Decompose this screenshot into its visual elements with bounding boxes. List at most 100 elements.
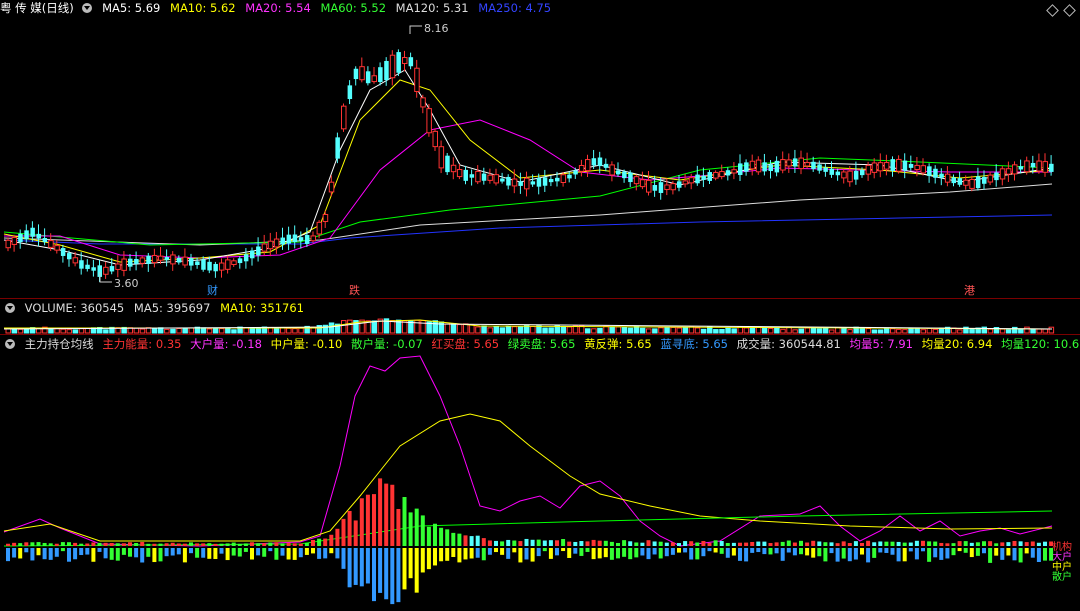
indicator-bar-up xyxy=(835,543,840,546)
indicator-bar-down xyxy=(317,548,322,559)
candle xyxy=(347,80,353,105)
indicator-bar-down xyxy=(219,548,224,554)
candle xyxy=(835,168,841,181)
indicator-bar-up xyxy=(542,540,547,546)
indicator-bar-down xyxy=(860,548,864,555)
indicator-chart[interactable]: 机构 大户 中户 散户 xyxy=(0,336,1080,611)
indicator-bar-up xyxy=(237,543,242,546)
event-label-die[interactable]: 跌 xyxy=(349,283,360,297)
candle xyxy=(944,166,951,187)
indicator-bar-down xyxy=(1049,548,1054,561)
candle xyxy=(201,256,206,272)
volume-bar xyxy=(883,328,890,334)
indicator-bar-up xyxy=(97,542,102,546)
indicator-bar-down xyxy=(1030,548,1035,558)
indicator-bar-down xyxy=(774,548,779,554)
candle xyxy=(85,259,90,272)
indicator-bar-up xyxy=(341,518,346,546)
candle xyxy=(341,103,347,132)
indicator-bar-up xyxy=(731,542,736,546)
indicator-bar-up xyxy=(640,542,645,546)
indicator-bar-up xyxy=(353,520,358,546)
indicator-bar-down xyxy=(402,548,407,590)
volume-bar xyxy=(841,327,847,334)
volume-bar xyxy=(328,322,335,334)
candle xyxy=(817,160,822,174)
indicator-bar-down xyxy=(738,548,742,561)
indicator-bar-up xyxy=(274,542,279,546)
indicator-bar-up xyxy=(189,542,193,546)
candle xyxy=(792,149,798,173)
volume-bar xyxy=(676,327,682,334)
candle xyxy=(707,169,712,185)
indicator-bar-up xyxy=(24,542,29,546)
indicator-bar-down xyxy=(353,548,358,585)
candle xyxy=(786,153,792,173)
candle xyxy=(896,155,902,174)
ma10-line xyxy=(3,79,1053,263)
volume-bar xyxy=(1024,326,1030,334)
candle xyxy=(853,161,859,185)
indicator-bar-down xyxy=(457,548,462,563)
indicator-bar-down xyxy=(719,548,724,554)
volume-panel[interactable]: VOLUME: 360545 MA5: 395697 MA10: 351761 xyxy=(0,300,1080,334)
event-label-gang[interactable]: 港 xyxy=(964,284,975,297)
indicator-bar-up xyxy=(969,542,974,546)
indicator-bar-up xyxy=(622,540,627,546)
indicator-bar-up xyxy=(500,541,505,546)
indicator-bar-up xyxy=(988,541,993,546)
indicator-bar-up xyxy=(634,542,639,546)
indicator-bar-down xyxy=(683,548,688,553)
indicator-bar-down xyxy=(451,548,456,558)
candle xyxy=(933,165,938,184)
candle xyxy=(463,165,468,185)
indicator-bar-down xyxy=(73,548,78,560)
candle xyxy=(1049,155,1054,176)
indicator-bar-up xyxy=(128,542,132,546)
volume-bar xyxy=(103,329,109,334)
volume-bars[interactable] xyxy=(0,300,1080,334)
indicator-bar-down xyxy=(506,548,511,559)
volume-bar xyxy=(158,327,164,334)
indicator-bar-up xyxy=(506,539,511,546)
indicator-bar-up xyxy=(219,543,224,546)
price-panel[interactable]: 粤 传 媒(日线) MA5: 5.69 MA10: 5.62 MA20: 5.5… xyxy=(0,0,1080,298)
candle xyxy=(823,163,828,177)
indicator-bar-down xyxy=(1024,548,1029,554)
candle xyxy=(24,224,29,243)
volume-bar xyxy=(72,329,79,334)
indicator-bar-down xyxy=(823,548,828,562)
indicator-bar-up xyxy=(884,541,889,546)
event-label-cai[interactable]: 财 xyxy=(207,283,218,297)
indicator-panel[interactable]: 主力持仓均线 主力能量: 0.35 大户量: -0.18 中户量: -0.10 … xyxy=(0,336,1080,611)
volume-bar xyxy=(1042,328,1048,334)
indicator-bar-up xyxy=(372,494,376,546)
indicator-bar-up xyxy=(225,543,230,546)
indicator-bar-up xyxy=(329,534,334,546)
candle xyxy=(731,162,737,180)
candle xyxy=(310,231,316,243)
candle xyxy=(701,167,706,188)
indicator-bar-down xyxy=(304,548,309,555)
candle xyxy=(195,257,200,269)
indicator-bar-down xyxy=(408,548,413,579)
indicator-bar-down xyxy=(500,548,505,555)
indicator-bar-up xyxy=(695,542,700,546)
indicator-bar-down xyxy=(359,548,364,587)
indicator-bar-down xyxy=(469,548,474,559)
candlestick-chart[interactable]: 8.16 3.60 财 跌 港 xyxy=(0,0,1080,298)
candle xyxy=(1018,159,1024,174)
volume-bar xyxy=(1018,328,1024,334)
indicator-bar-up xyxy=(67,542,71,546)
indicator-bar-up xyxy=(872,542,877,546)
indicator-bar-up xyxy=(957,541,962,546)
indicator-bar-down xyxy=(140,548,145,563)
candle xyxy=(426,103,432,137)
candle xyxy=(927,163,932,183)
indicator-bar-up xyxy=(896,541,901,546)
volume-bar xyxy=(768,328,774,334)
indicator-bar-up xyxy=(317,538,322,546)
indicator-bar-up xyxy=(1000,542,1005,546)
indicator-bar-up xyxy=(48,543,53,546)
indicator-bar-up xyxy=(689,541,694,546)
